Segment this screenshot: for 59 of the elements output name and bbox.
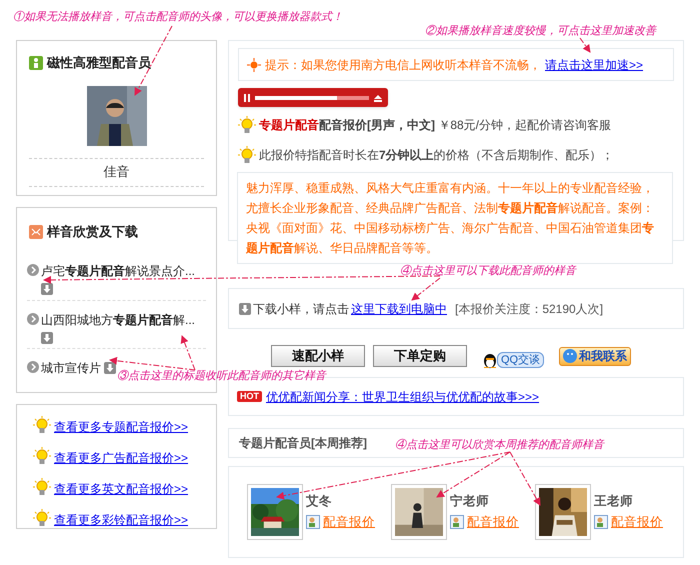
annotation-note: ④点击这里可以下载此配音师的样音 bbox=[400, 264, 576, 279]
sample-link[interactable]: 城市宣传片 bbox=[41, 360, 101, 374]
action-button[interactable]: 下单定购 bbox=[373, 345, 467, 367]
section-title: 专题片配音员[本周推荐] bbox=[239, 435, 367, 452]
download-link[interactable]: 这里下载到电脑中 bbox=[351, 300, 447, 318]
duration-note: 此报价特指配音时长在7分钟以上的价格（不含后期制作、配乐）； bbox=[259, 147, 614, 164]
voice-actor-name: 王老师 bbox=[594, 493, 634, 510]
description-box: 魅力浑厚、稳重成熟、风格大气庄重富有内涵。十一年以上的专业配音经验，尤擅长企业形象配音、经典品牌广告配音、法制专题片配音解说配音。案例：央视《面对面》花、中国移动标榜广告、海尔广告配音、中国石油管道集团专题片配音解说、华日品牌配音等等。 bbox=[237, 172, 673, 264]
annotation-note: ①如果无法播放样音，可点击配音师的头像，可以更换播放器款式！ bbox=[13, 10, 343, 25]
price-link[interactable]: 查看更多广告配音报价>> bbox=[54, 448, 188, 466]
badge-icon bbox=[29, 56, 43, 70]
price-link[interactable]: 查看更多英文配音报价>> bbox=[54, 480, 188, 498]
price-link[interactable]: 查看更多专题配音报价>> bbox=[54, 418, 188, 436]
download-icon[interactable] bbox=[239, 302, 251, 314]
qq-chat-button[interactable]: QQ交谈 bbox=[497, 352, 544, 368]
progress-track[interactable] bbox=[255, 96, 369, 100]
lightbulb-icon bbox=[33, 446, 51, 464]
lightbulb-icon bbox=[33, 508, 51, 526]
price-text: 专题片配音配音报价[男声，中文] ￥88元/分钟，起配价请咨询客服 bbox=[259, 117, 612, 134]
voice-actor-name: 宁老师 bbox=[450, 493, 490, 510]
annotation-note: ③点击这里的标题收听此配音师的其它样音 bbox=[117, 368, 326, 384]
sun-icon bbox=[247, 58, 261, 72]
annotation-note: ②如果播放样音速度较慢，可点击这里加速改善 bbox=[425, 24, 656, 39]
envelope-icon bbox=[29, 224, 43, 239]
action-button[interactable]: 速配小样 bbox=[271, 345, 365, 367]
hint-text: 提示：如果您使用南方电信上网收听本样音不流畅， bbox=[265, 56, 541, 74]
pointer-arrow bbox=[580, 38, 591, 53]
voice-actor-name: 佳音 bbox=[104, 163, 130, 182]
price-link[interactable]: 查看更多彩铃配音报价>> bbox=[54, 510, 188, 528]
penguin-icon[interactable] bbox=[483, 352, 497, 368]
contact-card-icon bbox=[450, 515, 464, 530]
eject-icon[interactable] bbox=[374, 94, 382, 102]
contact-button[interactable]: 和我联系 bbox=[559, 346, 632, 366]
download-icon[interactable] bbox=[41, 332, 53, 344]
contact-card-icon bbox=[306, 515, 320, 530]
news-link[interactable]: 优优配新闻分享：世界卫生组织与优优配的故事>>> bbox=[266, 388, 540, 406]
hot-badge: HOT bbox=[237, 391, 262, 402]
download-icon[interactable] bbox=[41, 283, 53, 296]
pause-icon[interactable] bbox=[244, 94, 250, 102]
sample-link[interactable]: 山西阳城地方专题片配音解... bbox=[41, 312, 196, 326]
card-title: 磁性高雅型配音员 bbox=[47, 54, 151, 72]
smiley-icon bbox=[563, 349, 578, 363]
annotation-note: ④点击这里可以欣赏本周推荐的配音师样音 bbox=[395, 438, 604, 453]
contact-card-icon bbox=[594, 515, 608, 530]
lightbulb-icon bbox=[33, 478, 51, 496]
play-icon[interactable] bbox=[27, 360, 39, 372]
lightbulb-icon bbox=[238, 116, 256, 134]
card-title: 样音欣赏及下载 bbox=[47, 223, 138, 241]
audio-player[interactable] bbox=[238, 88, 388, 107]
sample-link[interactable]: 卢宅专题片配音解说景点介... bbox=[41, 264, 196, 278]
view-count: [本报价关注度：52190人次] bbox=[455, 300, 604, 318]
play-icon[interactable] bbox=[27, 312, 39, 324]
play-icon[interactable] bbox=[27, 264, 39, 276]
lightbulb-icon bbox=[238, 146, 256, 164]
lightbulb-icon bbox=[33, 416, 51, 434]
speed-up-link[interactable]: 请点击这里加速>> bbox=[545, 56, 644, 74]
download-text: 下载小样，请点击 bbox=[253, 300, 349, 318]
voice-actor-name: 艾冬 bbox=[306, 493, 333, 510]
download-icon[interactable] bbox=[104, 362, 116, 374]
